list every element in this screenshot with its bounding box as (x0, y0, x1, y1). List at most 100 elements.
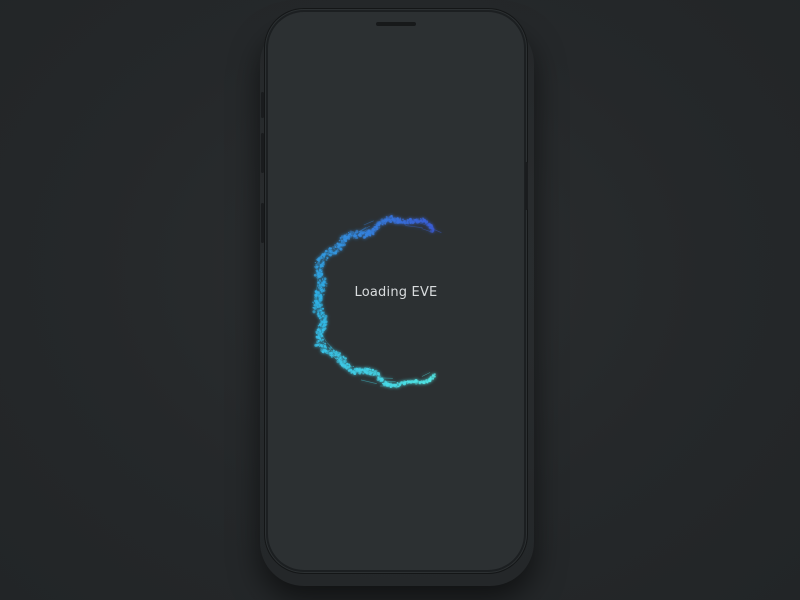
loader-particle (432, 377, 435, 379)
loader-particle (316, 342, 318, 344)
loader-particle (322, 352, 325, 354)
loader-particle (339, 247, 342, 250)
loader-particle (320, 313, 323, 316)
loader-particle (315, 259, 317, 261)
loader-particle (406, 220, 409, 223)
loader-particle (432, 374, 435, 377)
loader-particle (373, 369, 377, 373)
loader-particle (314, 343, 318, 347)
volume-down-button (261, 203, 264, 243)
loader-streak (421, 372, 431, 377)
loader-particle (326, 349, 330, 353)
loader-particle (338, 239, 341, 242)
loader-particle (391, 216, 394, 219)
loader-particle (344, 357, 347, 360)
loader-particle (353, 372, 357, 376)
loader-streak (360, 379, 377, 384)
loader-particle (338, 352, 342, 355)
loader-particle (363, 236, 367, 239)
loader-particle (429, 229, 434, 233)
loader-particle (381, 223, 383, 226)
loader-particle (316, 258, 320, 262)
loader-particle (322, 289, 325, 292)
loader-particle (312, 301, 314, 303)
loader-particle (348, 365, 351, 368)
loader-particle (359, 235, 361, 237)
loader-particle (396, 217, 399, 220)
loader-particle (313, 307, 316, 310)
loader-particle (341, 358, 343, 361)
loader-particle (319, 324, 322, 327)
loader-particle (375, 374, 377, 375)
loader-particle (314, 293, 318, 297)
loader-particle (324, 259, 326, 261)
loader-particle (318, 265, 320, 267)
loader-particle (338, 251, 340, 253)
loader-particle (329, 349, 331, 351)
loader-particle (412, 218, 415, 221)
loader-particle (426, 379, 428, 381)
loader-particle (352, 365, 354, 367)
loader-particle (339, 236, 342, 240)
volume-up-button (261, 133, 264, 173)
loader-particle (329, 255, 331, 257)
loader-particle (337, 245, 340, 249)
loader-particle (321, 344, 324, 347)
loader-particle (340, 354, 342, 356)
loader-particle (419, 217, 422, 220)
loader-particle (322, 276, 324, 278)
loader-particle (379, 375, 381, 377)
loader-particle (328, 250, 331, 254)
loader-particle (324, 342, 327, 345)
loader-streak (421, 228, 431, 232)
loader-particle (322, 344, 325, 346)
loader-particle (342, 362, 345, 364)
loader-particle (317, 261, 320, 265)
loader-particle (312, 310, 316, 314)
loader-particle (352, 235, 355, 237)
loader-particle (345, 364, 347, 366)
loader-particle (434, 373, 436, 375)
power-button (525, 162, 528, 210)
loader-particle (353, 237, 355, 239)
loader-particle (416, 380, 419, 383)
loader-particle (373, 225, 376, 229)
loader-particle (313, 304, 316, 307)
loader-particle (376, 372, 379, 374)
loader-particle (315, 264, 317, 266)
loader-particle (320, 328, 322, 330)
loader-particle (410, 382, 412, 384)
loader-particle (323, 313, 325, 316)
loader-particle (323, 255, 326, 258)
loader-particle (318, 305, 321, 308)
loader-particle (396, 220, 400, 224)
loader-particle (317, 325, 320, 327)
loader-particle (315, 266, 318, 270)
loader-particle (348, 364, 351, 366)
loader-particle (321, 283, 325, 287)
loader-particle (342, 241, 345, 244)
loader-particle (320, 318, 322, 320)
loader-particle (420, 219, 422, 221)
loader-particle (315, 335, 318, 338)
loader-particle (321, 257, 324, 260)
loader-particle (322, 278, 324, 280)
loader-particle (319, 281, 321, 283)
loader-particle (378, 226, 381, 229)
loader-particle (378, 374, 381, 376)
loader-streak (363, 220, 374, 226)
loader-particle (342, 356, 345, 359)
loader-particle (326, 353, 328, 355)
loader-particle (324, 250, 327, 252)
loader-particle (333, 248, 335, 250)
loader-particle (323, 311, 325, 313)
loader-particle (353, 368, 356, 371)
loader-particle (337, 247, 339, 250)
loader-particle (377, 228, 379, 230)
loader-particle (350, 366, 352, 368)
phone-screen: Loading EVE (268, 12, 524, 570)
loading-label: Loading EVE (354, 285, 438, 300)
backdrop: Loading EVE (0, 0, 800, 600)
loader-particle (321, 325, 324, 328)
loader-particle (396, 384, 398, 386)
